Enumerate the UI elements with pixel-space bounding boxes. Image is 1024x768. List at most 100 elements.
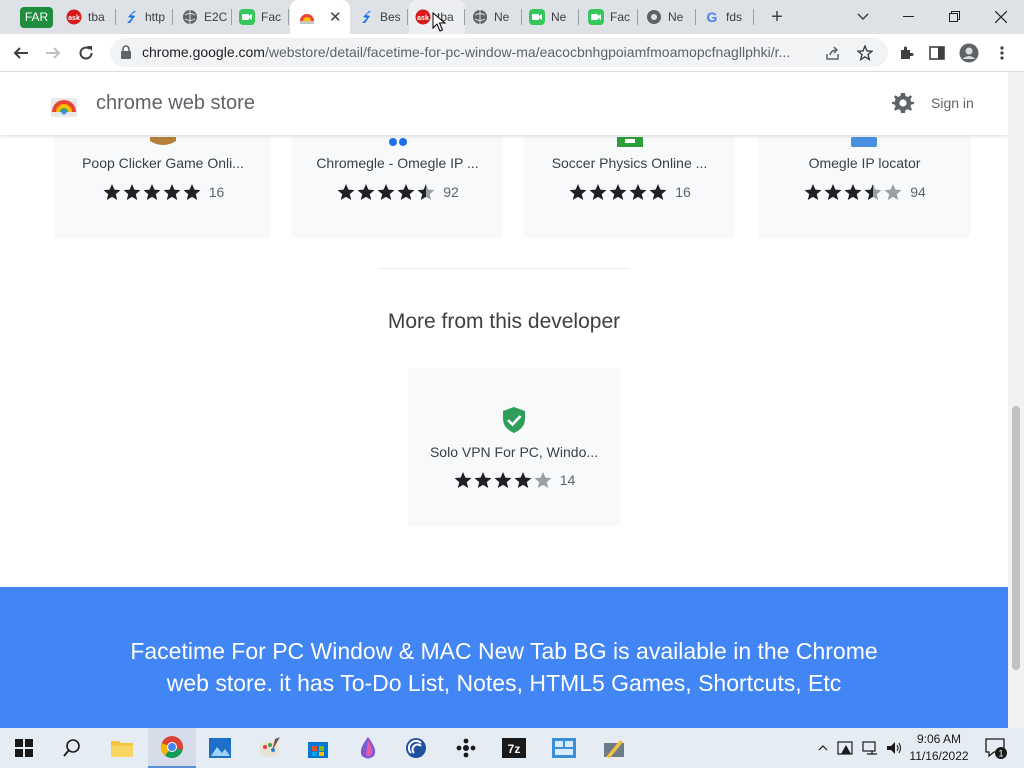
webstore-title[interactable]: chrome web store — [96, 72, 255, 135]
chevron-up-icon[interactable] — [814, 728, 832, 768]
close-tab-icon[interactable]: ✕ — [329, 10, 342, 25]
google-icon: G — [704, 9, 720, 25]
address-bar[interactable]: chrome.google.com/webstore/detail/faceti… — [110, 38, 888, 67]
new-tab-button[interactable]: + — [762, 0, 792, 34]
star-icon — [474, 472, 492, 488]
volume-icon[interactable] — [884, 728, 904, 768]
extensions-icon[interactable] — [891, 38, 921, 68]
store-icon[interactable] — [294, 728, 342, 768]
sign-in-link[interactable]: Sign in — [931, 72, 974, 135]
star-rating — [102, 183, 202, 201]
svg-text:G: G — [707, 9, 718, 25]
rating-count: 94 — [910, 184, 926, 200]
defender-warning-icon[interactable] — [836, 728, 856, 768]
search-icon[interactable] — [48, 728, 96, 768]
ink-icon[interactable] — [344, 728, 392, 768]
star-icon — [357, 184, 375, 200]
tab-3[interactable]: E2C — [176, 0, 232, 34]
tools-icon[interactable] — [590, 728, 638, 768]
page-scrollbar[interactable] — [1008, 72, 1024, 728]
developer-item-card[interactable]: Solo VPN For PC, Windo... 14 — [408, 368, 620, 526]
star-rating — [568, 183, 668, 201]
tab-11[interactable]: Ne — [640, 0, 696, 34]
facetime-icon — [239, 9, 255, 25]
star-icon — [103, 184, 121, 200]
url-text: chrome.google.com/webstore/detail/faceti… — [142, 44, 791, 60]
lock-icon — [121, 45, 131, 59]
system-clock[interactable]: 9:06 AM 11/16/2022 — [906, 731, 972, 765]
reload-icon[interactable] — [71, 38, 101, 68]
svg-text:7z: 7z — [508, 742, 521, 756]
item-name: Chromegle - Omegle IP ... — [316, 155, 479, 171]
chrome-taskbar-icon[interactable] — [148, 728, 196, 768]
start-icon[interactable] — [0, 728, 48, 768]
facetime-icon — [588, 9, 604, 25]
webstore-logo-icon[interactable] — [50, 90, 78, 118]
svg-text:ask: ask — [417, 15, 429, 22]
photos-icon[interactable] — [196, 728, 244, 768]
rating-count: 16 — [208, 184, 225, 200]
restore-button[interactable] — [932, 0, 978, 34]
close-window-button[interactable] — [978, 0, 1024, 34]
tab-webstore-active[interactable]: ✕ — [290, 0, 350, 34]
omegle-locator-thumbnail — [851, 134, 877, 147]
share-icon[interactable] — [818, 38, 848, 67]
notification-count: 1 — [998, 749, 1003, 759]
webstore-page: Poop Clicker Game Onli... 16 Chromegle -… — [0, 72, 1008, 728]
scrollbar-thumb[interactable] — [1012, 406, 1020, 670]
tab-1[interactable]: ask tba — [60, 0, 116, 34]
side-panel-icon[interactable] — [922, 38, 952, 68]
star-icon — [337, 184, 355, 200]
paint-icon[interactable] — [246, 728, 294, 768]
tab-search-icon[interactable] — [848, 0, 878, 34]
notification-center-icon[interactable]: 1 — [984, 736, 1008, 760]
star-icon — [454, 472, 472, 488]
ask-icon: ask — [415, 9, 431, 25]
item-rating: 16 — [55, 183, 271, 201]
tab-6[interactable]: Bes — [352, 0, 408, 34]
item-name: Solo VPN For PC, Windo... — [429, 444, 599, 460]
item-name: Poop Clicker Game Onli... — [82, 155, 244, 171]
banner-text: Facetime For PC Window & MAC New Tab BG … — [130, 638, 878, 696]
control-panel-icon[interactable] — [540, 728, 588, 768]
tab-4[interactable]: Fac — [233, 0, 289, 34]
tab-9[interactable]: Ne — [523, 0, 579, 34]
star-rating — [453, 471, 553, 489]
star-icon — [377, 184, 395, 200]
star-icon — [804, 184, 822, 200]
network-icon[interactable] — [860, 728, 882, 768]
star-icon — [844, 184, 862, 200]
mouse-cursor-icon — [432, 12, 446, 32]
minimize-button[interactable] — [886, 0, 932, 34]
tab-group-chip[interactable]: FAR — [20, 7, 53, 28]
tab-8[interactable]: Ne — [466, 0, 522, 34]
tab-10[interactable]: Fac — [582, 0, 638, 34]
tab-2[interactable]: http — [117, 0, 173, 34]
webstore-icon — [299, 9, 315, 25]
shield-check-icon — [501, 406, 527, 433]
menu-kebab-icon[interactable] — [987, 38, 1017, 68]
gear-icon[interactable] — [891, 91, 917, 117]
forward-icon[interactable] — [38, 38, 68, 68]
star-icon — [143, 184, 161, 200]
settings-icon[interactable] — [442, 728, 490, 768]
soccer-game-thumbnail — [617, 134, 643, 147]
item-name: Soccer Physics Online ... — [551, 155, 708, 171]
7zip-icon[interactable]: 7z — [490, 728, 538, 768]
star-icon — [183, 184, 201, 200]
app-icon[interactable] — [392, 728, 440, 768]
item-name: Omegle IP locator — [808, 155, 921, 171]
file-explorer-icon[interactable] — [98, 728, 146, 768]
rating-count: 14 — [559, 472, 576, 488]
bookmark-star-icon[interactable] — [850, 38, 880, 67]
back-icon[interactable] — [6, 38, 36, 68]
profile-avatar-icon[interactable] — [954, 38, 984, 68]
facetime-icon — [529, 9, 545, 25]
star-icon — [163, 184, 181, 200]
star-icon — [609, 184, 627, 200]
tab-12[interactable]: G fds — [698, 0, 754, 34]
svg-text:ask: ask — [68, 15, 80, 22]
poop-game-thumbnail — [150, 134, 176, 145]
screen: FAR ask tba http E2C Fac ✕ Bes ask tba N… — [0, 0, 1024, 768]
star-icon — [417, 184, 435, 200]
